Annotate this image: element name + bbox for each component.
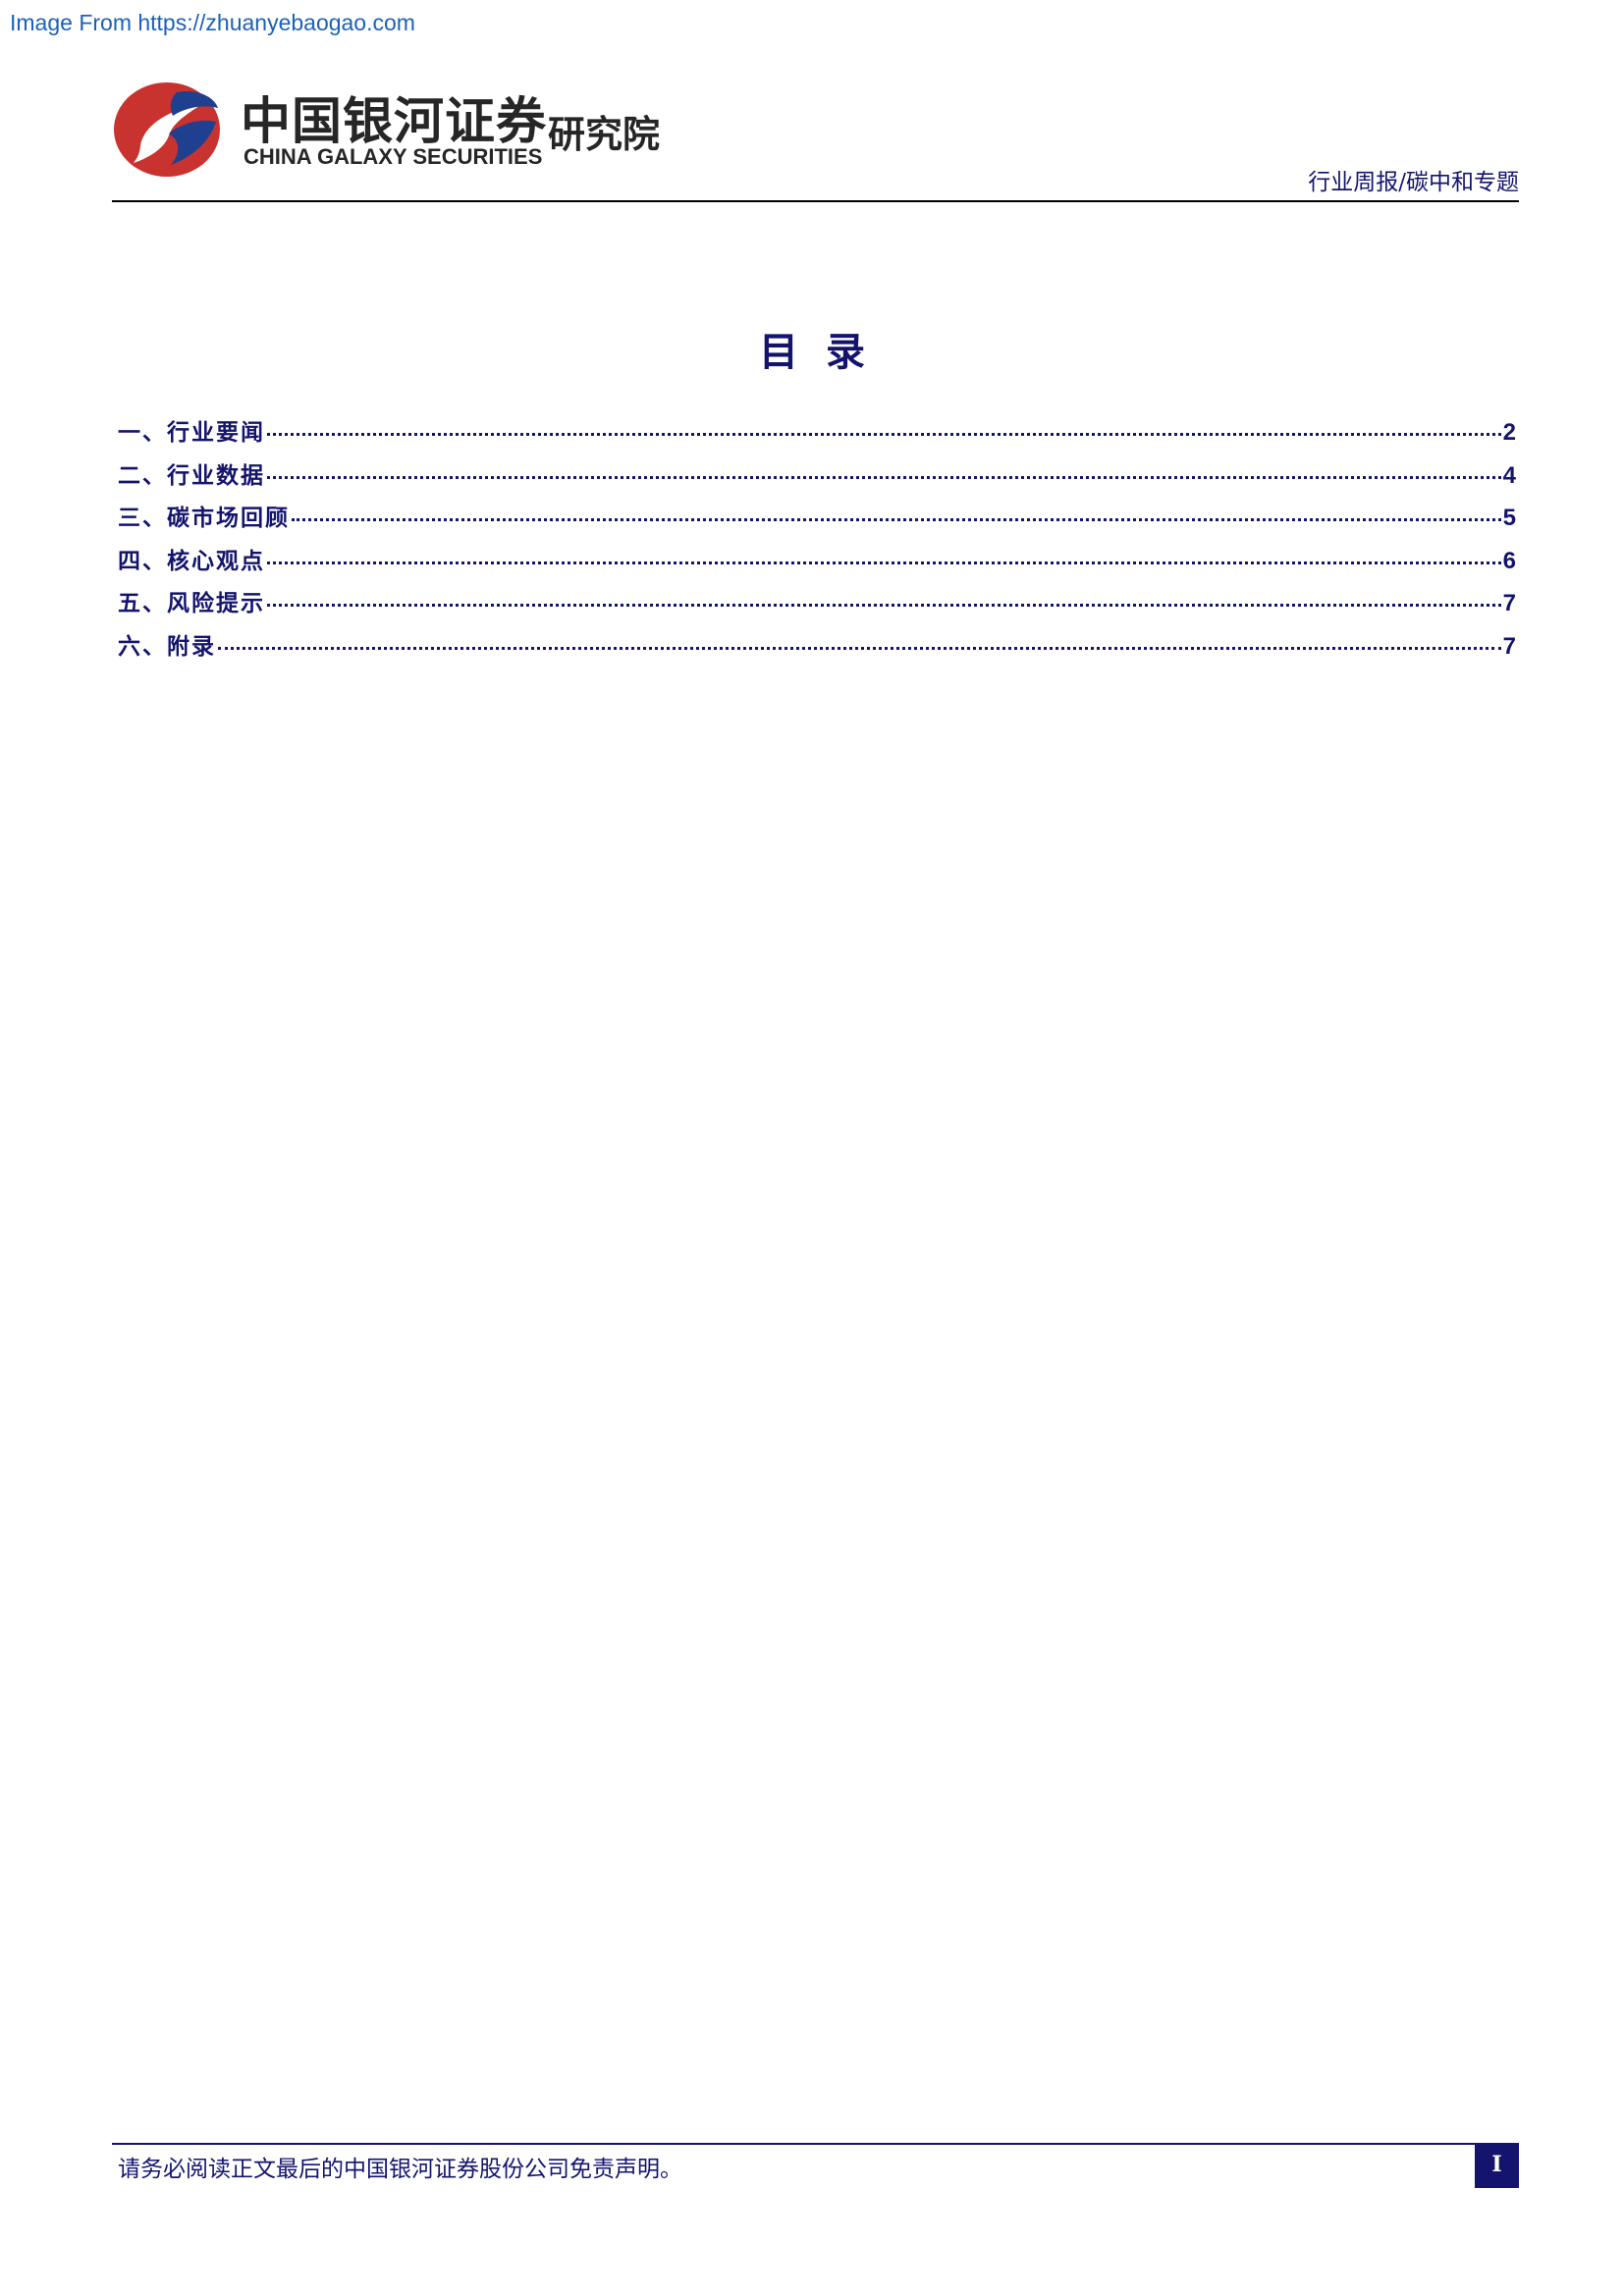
toc-entry-page: 5 [1502, 505, 1516, 532]
source-link[interactable]: Image From https://zhuanyebaogao.com [10, 10, 415, 36]
toc-entry-label: 六、附录 [118, 632, 216, 660]
toc-leader-dots [267, 475, 1501, 479]
brand-name-en: CHINA GALAXY SECURITIES [244, 144, 543, 169]
toc-entry[interactable]: 五、风险提示 7 [118, 584, 1516, 627]
toc-leader-dots [218, 646, 1501, 650]
toc-title: 目录 [759, 329, 893, 375]
galaxy-logo-icon [114, 82, 220, 177]
toc-entry-label: 三、碳市场回顾 [118, 505, 290, 532]
toc-entry-label: 一、行业要闻 [118, 419, 265, 446]
toc-leader-dots [292, 518, 1501, 522]
toc-leader-dots [267, 604, 1501, 608]
toc-entry[interactable]: 六、附录 7 [118, 627, 1516, 670]
toc-leader-dots [267, 561, 1501, 564]
toc-entry-label: 五、风险提示 [118, 590, 265, 617]
institute-label: 研究院 [548, 113, 661, 156]
report-type: 行业周报/碳中和专题 [1308, 170, 1519, 195]
toc-entry[interactable]: 一、行业要闻 2 [118, 413, 1516, 456]
disclaimer-text: 请务必阅读正文最后的中国银河证券股份公司免责声明。 [118, 2157, 682, 2182]
toc-leader-dots [267, 433, 1501, 436]
page-number-badge: I [1475, 2144, 1519, 2188]
table-of-contents: 一、行业要闻 2 二、行业数据 4 三、碳市场回顾 5 四、核心观点 6 五、风… [118, 413, 1516, 670]
page-header: 中国银河证券 CHINA GALAXY SECURITIES 研究院 行业周报/… [112, 77, 1519, 202]
toc-entry[interactable]: 四、核心观点 6 [118, 542, 1516, 585]
toc-entry-page: 2 [1502, 419, 1516, 446]
toc-entry-page: 6 [1502, 547, 1516, 574]
footer-divider [112, 2143, 1519, 2145]
toc-entry-label: 四、核心观点 [118, 547, 265, 574]
toc-entry-page: 7 [1502, 590, 1516, 617]
header-divider [112, 200, 1519, 202]
toc-entry-page: 7 [1502, 632, 1516, 660]
toc-entry[interactable]: 二、行业数据 4 [118, 456, 1516, 500]
toc-entry-page: 4 [1502, 461, 1516, 489]
brand-name-cn: 中国银河证券 [241, 93, 548, 151]
toc-entry[interactable]: 三、碳市场回顾 5 [118, 499, 1516, 542]
toc-entry-label: 二、行业数据 [118, 461, 265, 489]
